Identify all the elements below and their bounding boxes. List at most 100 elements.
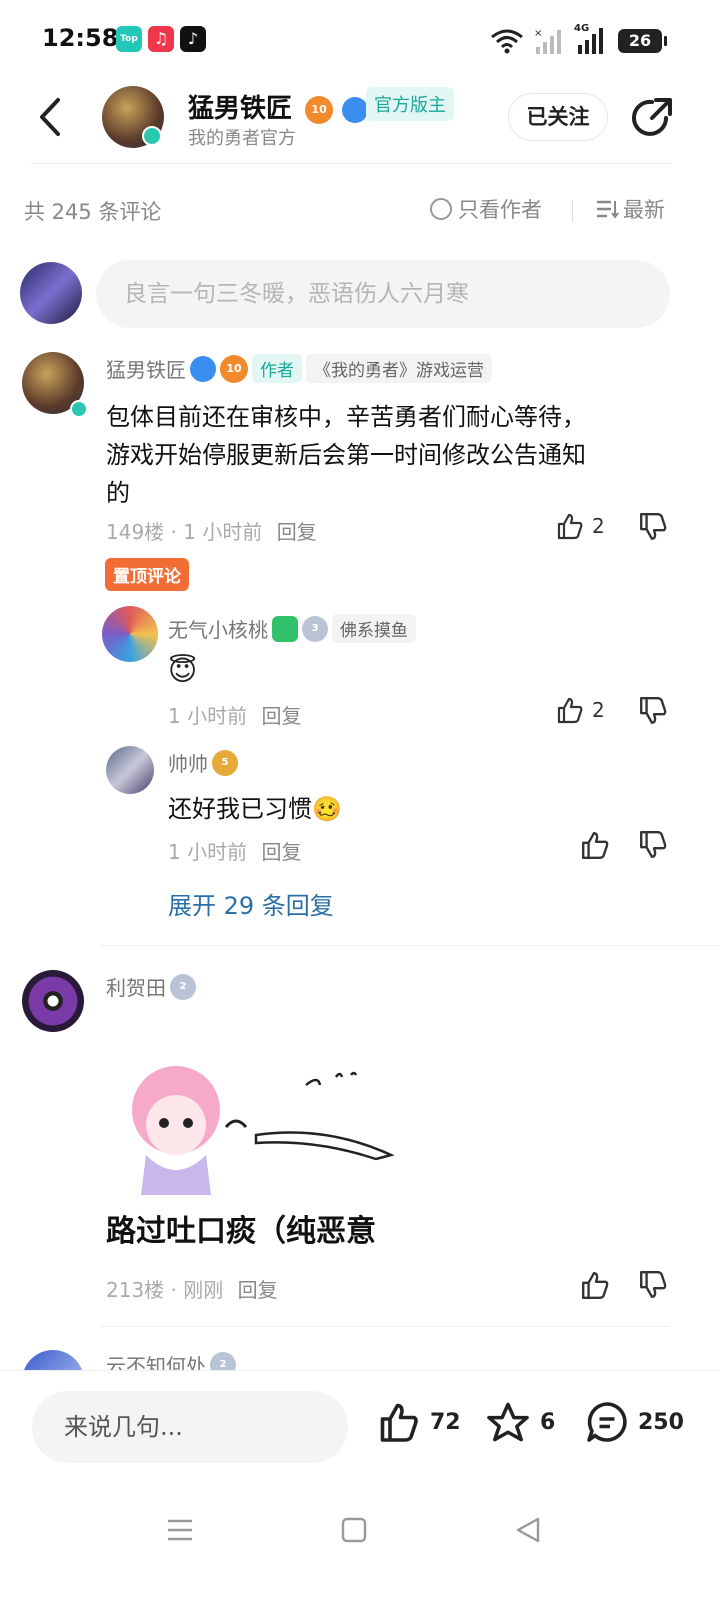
level-badge-icon: 5	[212, 749, 238, 776]
username-text: 无气小核桃	[168, 618, 268, 642]
comment-divider	[100, 945, 720, 946]
verified-icon	[70, 400, 88, 418]
battery-indicator: 26	[618, 29, 667, 53]
like-button[interactable]: 2	[556, 696, 605, 724]
thumbs-up-icon	[557, 513, 583, 540]
signal-icon-1: ×	[534, 28, 561, 54]
verified-icon	[142, 126, 162, 146]
thumbs-down-icon[interactable]	[638, 830, 668, 860]
expand-replies-link[interactable]: 展开 29 条回复	[168, 886, 334, 921]
comment-total: 250	[638, 1409, 684, 1435]
reply-button[interactable]: 回复	[277, 520, 317, 544]
reply-text: 还好我已习惯🥴	[168, 790, 342, 828]
game-badge-icon	[272, 615, 298, 642]
reply-avatar[interactable]	[102, 606, 158, 662]
official-moderator-tag: 官方版主	[366, 87, 454, 121]
top-app-icon: Top	[116, 26, 142, 52]
favorite-button[interactable]: 6	[486, 1401, 555, 1443]
star-icon	[487, 1402, 529, 1442]
sticker-image[interactable]	[106, 1055, 406, 1205]
back-icon[interactable]	[30, 92, 70, 142]
like-count: 2	[592, 698, 605, 722]
level-badge-icon: 10	[220, 354, 248, 383]
comment-avatar[interactable]	[22, 970, 84, 1032]
svg-text:×: ×	[534, 28, 542, 39]
reply-avatar[interactable]	[106, 746, 154, 794]
comment-text-line: 的	[106, 479, 130, 507]
status-time: 12:58	[42, 24, 119, 52]
sort-separator	[572, 200, 573, 222]
like-button[interactable]: 2	[556, 512, 605, 540]
thumbs-down-icon[interactable]	[638, 512, 668, 542]
author-name-text: 猛男铁匠	[188, 94, 293, 124]
floor-time: 149楼 · 1 小时前	[106, 520, 263, 544]
username-text: 猛男铁匠	[106, 358, 186, 382]
pinned-badge: 置顶评论	[105, 558, 189, 591]
comment-toolbar: 共 245 条评论 只看作者 最新	[0, 188, 720, 232]
reply-emoji: 🥴	[312, 795, 342, 823]
post-like-button[interactable]: 72	[378, 1401, 461, 1443]
bottom-comment-input[interactable]: 来说几句...	[32, 1391, 348, 1463]
author-only-toggle[interactable]: 只看作者	[430, 194, 542, 224]
wifi-icon	[491, 29, 523, 54]
reply-button[interactable]: 回复	[238, 1278, 278, 1302]
back-nav-icon[interactable]	[508, 1510, 548, 1550]
reply-button[interactable]: 回复	[261, 840, 301, 864]
reply-meta: 1 小时前 回复	[168, 700, 301, 729]
menu-icon[interactable]	[160, 1510, 200, 1550]
comment-text: 路过吐口痰（纯恶意	[106, 1214, 376, 1249]
level-badge-icon: 3	[302, 615, 328, 642]
comment-bubble-icon	[587, 1402, 627, 1442]
share-icon[interactable]	[630, 96, 674, 140]
comment-meta: 213楼 · 刚刚 回复	[106, 1274, 278, 1303]
follow-button[interactable]: 已关注	[508, 93, 608, 141]
home-icon[interactable]	[334, 1510, 374, 1550]
reply-time: 1 小时前	[168, 704, 248, 728]
post-header: 猛男铁匠 10 官方版主 我的勇者官方 已关注	[0, 80, 720, 164]
username-text: 帅帅	[168, 752, 208, 776]
comment-input[interactable]: 良言一句三冬暖，恶语伤人六月寒	[96, 260, 670, 328]
music-app-icon: ♫	[148, 26, 174, 52]
username-text: 利贺田	[106, 976, 166, 1000]
user-tag: 佛系摸鱼	[332, 614, 416, 643]
thumbs-up-icon	[380, 1403, 418, 1442]
sort-icon	[597, 200, 619, 219]
level-badge-icon: 10	[305, 95, 334, 124]
thumbs-down-icon[interactable]	[638, 1270, 668, 1300]
my-avatar[interactable]	[20, 262, 82, 324]
author-tag: 作者	[252, 354, 302, 383]
favorite-count: 6	[540, 1409, 556, 1435]
comment-count: 共 245 条评论	[24, 200, 162, 224]
system-nav-bar	[0, 1482, 720, 1608]
post-like-count: 72	[430, 1409, 461, 1435]
floor-time: 213楼 · 刚刚	[106, 1278, 224, 1302]
moderator-icon	[190, 355, 216, 382]
bottom-action-bar: 来说几句... 72 6 250	[0, 1370, 720, 1482]
like-count: 2	[592, 514, 605, 538]
header-divider	[30, 163, 670, 164]
thumbs-up-icon[interactable]	[580, 830, 610, 860]
status-indicators: × 4G 26	[490, 23, 667, 58]
sort-button[interactable]: 最新	[595, 194, 665, 224]
reply-text-content: 还好我已习惯	[168, 795, 312, 823]
tiktok-app-icon: ♪	[180, 26, 206, 52]
comment-username[interactable]: 利贺田 2	[106, 972, 196, 1001]
sort-label: 最新	[623, 198, 665, 222]
author-subtitle: 我的勇者官方	[188, 128, 296, 149]
comments-button[interactable]: 250	[586, 1401, 684, 1443]
author-only-label: 只看作者	[458, 198, 542, 222]
comment-text-line: 包体目前还在审核中，辛苦勇者们耐心等待，	[106, 403, 586, 431]
reply-username[interactable]: 帅帅 5	[168, 748, 238, 777]
thumbs-down-icon[interactable]	[638, 696, 668, 726]
thumbs-up-icon[interactable]	[580, 1270, 610, 1300]
comment-username[interactable]: 猛男铁匠 10 作者 《我的勇者》游戏运营	[106, 354, 492, 383]
signal-icon-4g: 4G	[574, 23, 608, 55]
reply-button[interactable]: 回复	[261, 704, 301, 728]
author-name[interactable]: 猛男铁匠 10	[188, 88, 369, 125]
reply-username[interactable]: 无气小核桃 3 佛系摸鱼	[168, 614, 416, 643]
thumbs-up-icon	[557, 697, 583, 724]
comment-meta: 149楼 · 1 小时前 回复	[106, 516, 317, 545]
game-operator-tag: 《我的勇者》游戏运营	[306, 354, 492, 383]
reply-time: 1 小时前	[168, 840, 248, 864]
reply-emoji: 😇	[168, 654, 198, 687]
